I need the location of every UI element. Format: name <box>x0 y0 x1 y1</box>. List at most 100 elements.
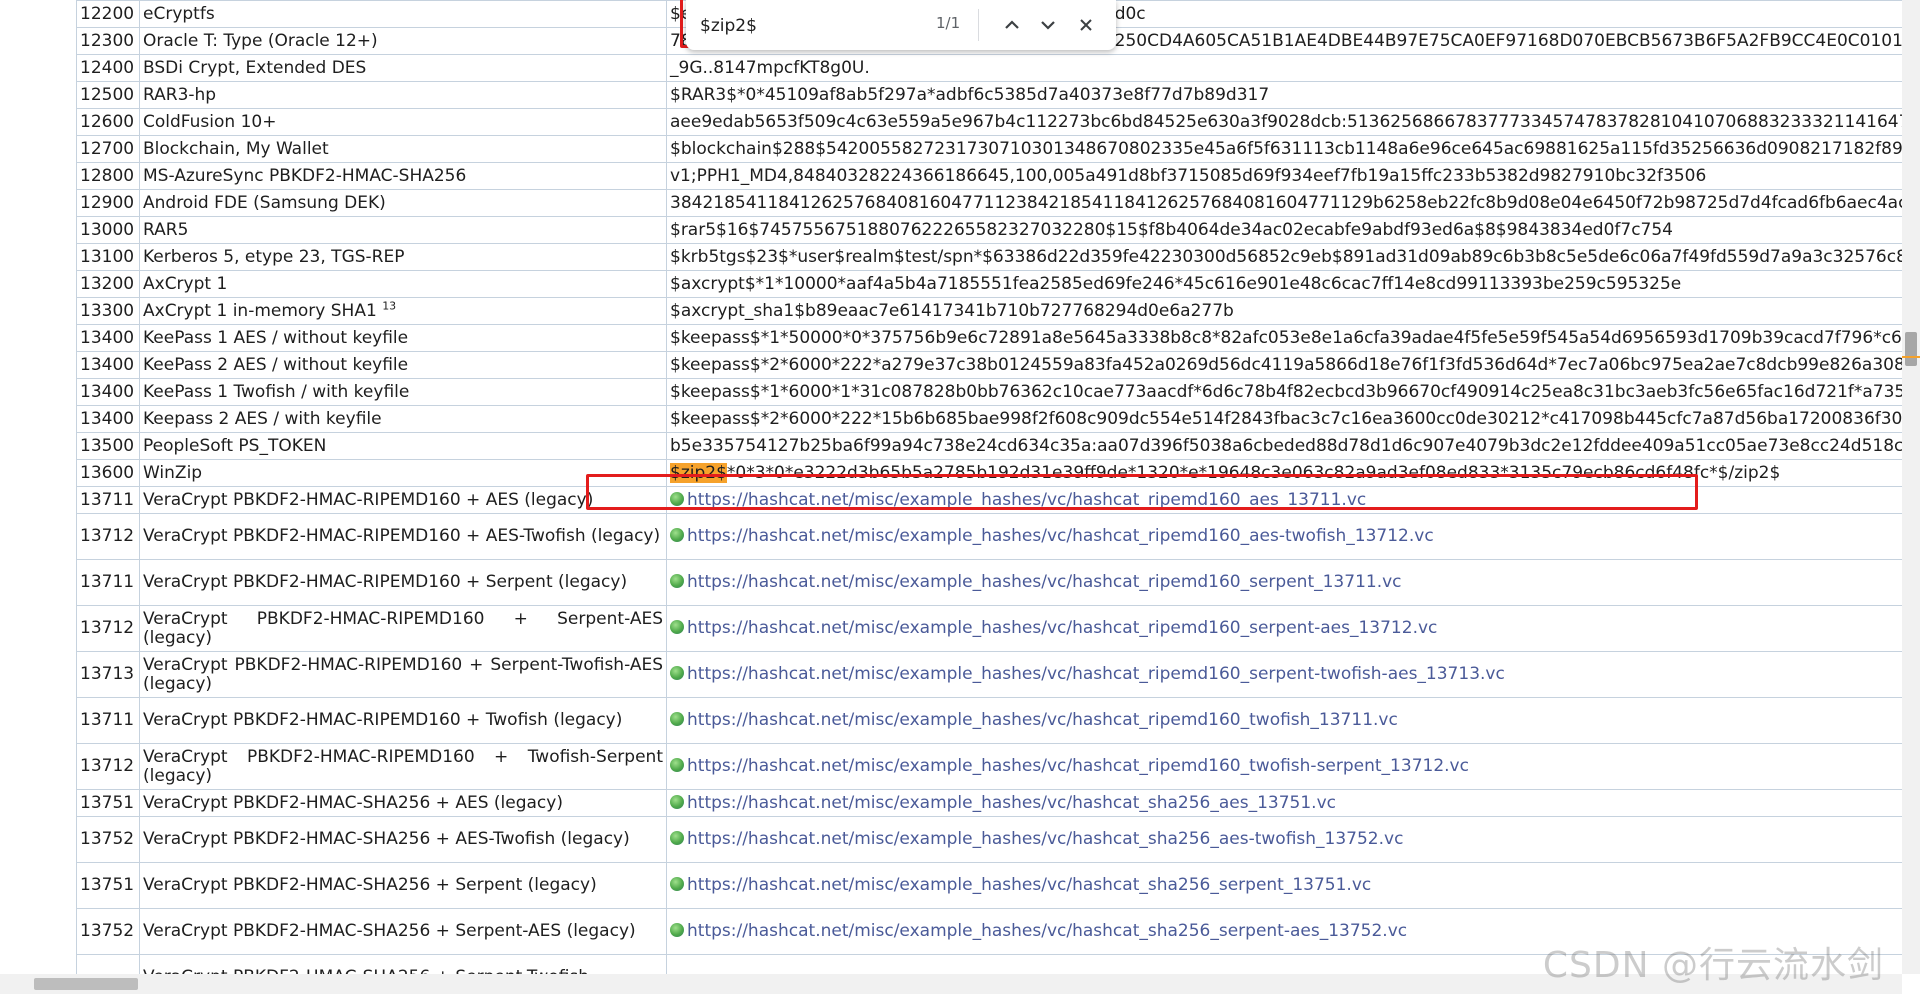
hash-name-text: VeraCrypt PBKDF2-HMAC-SHA256 + Serpent (… <box>143 875 597 895</box>
hash-name-text: VeraCrypt PBKDF2-HMAC-SHA256 + Serpent-T… <box>143 967 595 975</box>
hash-name-cell: KeePass 1 AES / without keyfile <box>139 324 667 352</box>
example-hash-link[interactable]: https://hashcat.net/misc/example_hashes/… <box>687 664 1505 684</box>
example-hash-cell: 3842185411841262576840816047711238421854… <box>666 189 1902 217</box>
example-hash-cell: $keepass$*2*6000*222*a279e37c38b0124559a… <box>666 351 1902 379</box>
example-hash-link[interactable]: https://hashcat.net/misc/example_hashes/… <box>687 526 1434 546</box>
hash-name-text: VeraCrypt PBKDF2-HMAC-RIPEMD160 + AES-Tw… <box>143 526 661 546</box>
table-row: 13000 RAR5 $rar5$16$7457556751880762226558… <box>76 216 1902 244</box>
hash-mode-cell: 13711 <box>76 697 140 744</box>
hash-name-text: VeraCrypt PBKDF2-HMAC-RIPEMD160 + Serpen… <box>143 572 628 592</box>
hash-text: aee9edab5653f509c4c63e559a5e967b4c112273… <box>670 111 1902 132</box>
find-previous-button[interactable] <box>996 9 1028 41</box>
hash-text: $axcrypt$*1*10000*aaf4a5b4a7185551fea258… <box>670 273 1682 294</box>
table-row: 13200 AxCrypt 1 $axcrypt$*1*10000*aaf4a5b4… <box>76 270 1902 298</box>
example-hash-cell: https://hashcat.net/misc/example_hashes/… <box>666 743 1902 790</box>
find-close-button[interactable] <box>1070 9 1102 41</box>
vertical-scrollbar[interactable] <box>1902 0 1920 974</box>
hash-name-text: Android FDE (Samsung DEK) <box>143 192 386 213</box>
hash-name-text: BSDi Crypt, Extended DES <box>143 57 367 78</box>
table-row: 13751 VeraCrypt PBKDF2-HMAC-SHA256 + AES … <box>76 789 1902 817</box>
hash-mode-cell: 13100 <box>76 243 140 271</box>
find-input[interactable] <box>698 10 922 42</box>
hash-name-cell: MS-AzureSync PBKDF2-HMAC-SHA256 <box>139 162 667 190</box>
hash-text: $blockchain$288$542005582723173071030134… <box>670 138 1902 159</box>
hash-mode-cell: 13400 <box>76 378 140 406</box>
hash-name-text: WinZip <box>143 462 203 483</box>
hash-name-text: Oracle T: Type (Oracle 12+) <box>143 30 378 51</box>
hash-name-cell: VeraCrypt PBKDF2-HMAC-RIPEMD160 + Twofis… <box>139 697 667 744</box>
globe-icon <box>670 712 684 726</box>
hash-name-text: KeePass 2 AES / without keyfile <box>143 354 409 375</box>
hash-mode-cell: 12400 <box>76 54 140 82</box>
example-hash-cell: https://hashcat.net/misc/example_hashes/… <box>666 486 1902 514</box>
hash-name-cell: VeraCrypt PBKDF2-HMAC-SHA256 + AES (lega… <box>139 789 667 817</box>
horizontal-scrollbar-thumb[interactable] <box>34 978 138 990</box>
hash-text: b5e335754127b25ba6f99a94c738e24cd634c35a… <box>670 435 1902 456</box>
example-hash-link[interactable]: https://hashcat.net/misc/example_hashes/… <box>687 756 1469 776</box>
footnote-marker[interactable]: 13 <box>382 299 396 312</box>
hash-text: *0*3*0*e3222d3b65b5a2785b192d31e39ff9de*… <box>726 462 1781 483</box>
globe-icon <box>670 831 684 845</box>
hash-name-cell: Keepass 2 AES / with keyfile <box>139 405 667 433</box>
globe-icon <box>670 491 684 506</box>
hash-name-text: Kerberos 5, etype 23, TGS-REP <box>143 246 405 267</box>
example-hash-link[interactable]: https://hashcat.net/misc/example_hashes/… <box>687 921 1407 941</box>
example-hash-cell: b5e335754127b25ba6f99a94c738e24cd634c35a… <box>666 432 1902 460</box>
hash-name-text: KeePass 1 Twofish / with keyfile <box>143 381 410 402</box>
find-match-scroll-marker <box>1902 356 1920 358</box>
hash-text: $RAR3$*0*45109af8ab5f297a*adbf6c5385d7a4… <box>670 84 1270 105</box>
globe-icon <box>670 794 684 809</box>
hash-name-text: eCryptfs <box>143 3 215 24</box>
example-hash-cell: _9G..8147mpcfKT8g0U. <box>666 54 1902 82</box>
hash-text: $keepass$*1*6000*1*31c087828b0bb76362c10… <box>670 381 1902 402</box>
example-hash-link[interactable]: https://hashcat.net/misc/example_hashes/… <box>687 490 1366 510</box>
hash-name-cell: AxCrypt 1 <box>139 270 667 298</box>
table-row: 13400 KeePass 2 AES / without keyfile $kee… <box>76 351 1902 379</box>
hash-name-text: VeraCrypt PBKDF2-HMAC-RIPEMD160 + Serpen… <box>143 608 663 648</box>
table-row: 13712 VeraCrypt PBKDF2-HMAC-RIPEMD160 + S… <box>76 605 1902 652</box>
example-hash-link[interactable]: https://hashcat.net/misc/example_hashes/… <box>687 618 1437 638</box>
hash-name-text: RAR3-hp <box>143 84 217 105</box>
hash-mode-cell: 13752 <box>76 816 140 863</box>
hash-mode-cell: 12300 <box>76 27 140 55</box>
hash-mode-cell: 13752 <box>76 908 140 955</box>
globe-icon <box>670 620 684 634</box>
example-hash-link[interactable]: https://hashcat.net/misc/example_hashes/… <box>687 829 1403 849</box>
hash-name-cell: WinZip <box>139 459 667 487</box>
hash-mode-cell: 12900 <box>76 189 140 217</box>
example-hash-cell: $zip2$*0*3*0*e3222d3b65b5a2785b192d31e39… <box>666 459 1902 487</box>
globe-icon <box>670 758 684 772</box>
hash-mode-cell: 13600 <box>76 459 140 487</box>
example-hash-cell: $keepass$*1*6000*1*31c087828b0bb76362c10… <box>666 378 1902 406</box>
example-hash-link[interactable]: https://hashcat.net/misc/example_hashes/… <box>687 710 1398 730</box>
globe-icon <box>670 877 684 891</box>
example-hash-cell: aee9edab5653f509c4c63e559a5e967b4c112273… <box>666 108 1902 136</box>
hash-name-cell: Android FDE (Samsung DEK) <box>139 189 667 217</box>
vertical-scrollbar-thumb[interactable] <box>1905 332 1917 366</box>
example-hash-link[interactable]: https://hashcat.net/misc/example_hashes/… <box>687 793 1336 813</box>
hash-mode-cell: 13751 <box>76 789 140 817</box>
globe-icon <box>670 528 684 542</box>
example-hash-link[interactable]: https://hashcat.net/misc/example_hashes/… <box>687 572 1402 592</box>
hash-name-text: Keepass 2 AES / with keyfile <box>143 408 382 429</box>
hash-name-text: VeraCrypt PBKDF2-HMAC-SHA256 + AES (lega… <box>143 792 563 813</box>
table-row: 13752 VeraCrypt PBKDF2-HMAC-SHA256 + AES-… <box>76 816 1902 863</box>
example-hash-cell: $keepass$*1*50000*0*375756b9e6c72891a8e5… <box>666 324 1902 352</box>
example-hash-link[interactable]: https://hashcat.net/misc/example_hashes/… <box>687 875 1371 895</box>
hash-text: $keepass$*2*6000*222*a279e37c38b0124559a… <box>670 354 1902 375</box>
hash-text: $rar5$16$7457556751880762226558232703228… <box>670 219 1673 240</box>
example-hash-cell: https://hashcat.net/misc/example_hashes/… <box>666 605 1902 652</box>
hash-text: $keepass$*1*50000*0*375756b9e6c72891a8e5… <box>670 327 1902 348</box>
example-hash-cell: https://hashcat.net/misc/example_hashes/… <box>666 559 1902 606</box>
hash-name-cell: VeraCrypt PBKDF2-HMAC-SHA256 + Serpent (… <box>139 862 667 909</box>
example-hash-cell: https://hashcat.net/misc/example_hashes/… <box>666 697 1902 744</box>
hash-name-cell: VeraCrypt PBKDF2-HMAC-SHA256 + Serpent-T… <box>139 954 667 975</box>
table-row: 13751 VeraCrypt PBKDF2-HMAC-SHA256 + Serp… <box>76 862 1902 909</box>
find-next-button[interactable] <box>1032 9 1064 41</box>
example-hash-cell: https://hashcat.net/misc/example_hashes/… <box>666 651 1902 698</box>
hash-name-text: KeePass 1 AES / without keyfile <box>143 327 409 348</box>
hash-name-cell: eCryptfs <box>139 0 667 28</box>
table-row: 13400 Keepass 2 AES / with keyfile $keepas… <box>76 405 1902 433</box>
find-bar-divider <box>978 9 979 41</box>
hash-name-cell: VeraCrypt PBKDF2-HMAC-RIPEMD160 + Serpen… <box>139 651 667 698</box>
